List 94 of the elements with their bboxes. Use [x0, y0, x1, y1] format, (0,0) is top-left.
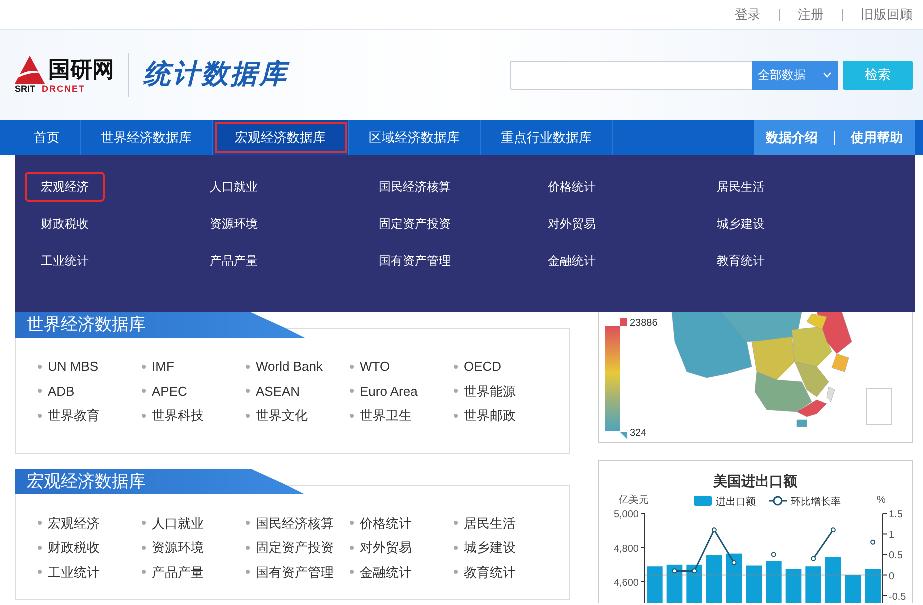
menu-item[interactable]: 价格统计: [534, 174, 610, 200]
menu-item[interactable]: 居民生活: [703, 174, 779, 200]
data-point: [732, 560, 737, 566]
database-link[interactable]: 教育统计: [454, 562, 516, 582]
database-link[interactable]: 金融统计: [350, 562, 412, 582]
menu-item[interactable]: 城乡建设: [703, 211, 779, 237]
bar: [647, 566, 663, 603]
database-link[interactable]: 价格统计: [350, 514, 412, 533]
logo-text: DRCNET: [42, 84, 86, 94]
tick-label: 4,800: [614, 544, 639, 555]
top-link[interactable]: 旧版回顾: [861, 4, 913, 24]
section-header: 世界经济数据库: [15, 312, 305, 338]
legend-label: 进出口额: [716, 497, 756, 508]
section-header: 宏观经济数据库: [15, 468, 305, 494]
menu-item[interactable]: 金融统计: [534, 248, 610, 274]
database-link[interactable]: IMF: [142, 357, 174, 376]
menu-item[interactable]: 资源环境: [196, 211, 272, 237]
data-point: [771, 552, 776, 558]
tick-label: 0.5: [889, 550, 903, 562]
menu-item[interactable]: 人口就业: [196, 174, 272, 200]
database-link[interactable]: World Bank: [246, 357, 323, 376]
data-point: [712, 528, 717, 533]
search-field[interactable]: [510, 60, 752, 90]
database-link[interactable]: 世界卫生: [350, 406, 412, 426]
tick-label: -0.5: [889, 592, 906, 603]
database-link[interactable]: 世界教育: [38, 406, 100, 426]
bar: [726, 554, 742, 603]
data-point: [811, 556, 816, 562]
menu-item[interactable]: 宏观经济: [27, 174, 103, 200]
bar: [786, 569, 802, 603]
bar: [746, 566, 762, 603]
tick-label: 5,000: [614, 510, 639, 521]
database-link[interactable]: UN MBS: [38, 357, 99, 376]
database-link[interactable]: 世界能源: [454, 382, 516, 401]
bar: [826, 557, 842, 603]
bar: [666, 564, 683, 603]
tick-label: 4,600: [614, 578, 639, 589]
top-link[interactable]: 登录: [735, 4, 761, 24]
tick-label: 1.5: [889, 510, 903, 521]
menu-item[interactable]: 国有资产管理: [365, 248, 465, 274]
legend-label: 环比增长率: [791, 497, 841, 508]
legend-bar-icon: [694, 496, 712, 506]
database-link[interactable]: ASEAN: [246, 382, 300, 401]
menu-item[interactable]: 国民经济核算: [365, 174, 465, 200]
database-link[interactable]: 人口就业: [142, 514, 204, 533]
menu-item[interactable]: 产品产量: [196, 248, 272, 274]
bar: [686, 564, 702, 603]
bar: [706, 556, 722, 603]
database-link[interactable]: 固定资产投资: [246, 538, 334, 558]
database-link[interactable]: WTO: [350, 357, 390, 376]
logo-icon: [15, 56, 45, 84]
axis-title: %: [877, 495, 886, 506]
site-title: 统计数据库: [143, 58, 288, 92]
database-link[interactable]: 对外贸易: [350, 538, 412, 558]
menu-item[interactable]: 教育统计: [703, 248, 779, 274]
bar: [845, 575, 862, 603]
legend-line-icon: [769, 496, 787, 506]
database-link[interactable]: 工业统计: [38, 562, 100, 582]
bar: [766, 562, 782, 603]
database-link[interactable]: 居民生活: [454, 514, 516, 533]
database-link[interactable]: 国有资产管理: [246, 562, 334, 582]
axis-title: 亿美元: [619, 495, 649, 506]
menu-item[interactable]: 固定资产投资: [365, 211, 465, 237]
database-link[interactable]: 资源环境: [142, 538, 204, 558]
caret-icon: [823, 72, 832, 78]
data-point: [672, 568, 678, 574]
top-link[interactable]: 注册: [798, 4, 824, 24]
tick-label: 1: [889, 530, 895, 542]
database-link[interactable]: OECD: [454, 357, 502, 376]
nav-tab[interactable]: 宏观经济数据库: [213, 120, 349, 155]
database-link[interactable]: 世界科技: [142, 406, 204, 426]
menu-item[interactable]: 工业统计: [27, 248, 103, 274]
database-link[interactable]: 财政税收: [38, 538, 100, 558]
data-point: [692, 568, 698, 574]
database-link[interactable]: APEC: [142, 382, 188, 401]
database-link[interactable]: 世界文化: [246, 406, 308, 426]
tick-label: 0: [889, 571, 895, 582]
database-link[interactable]: 城乡建设: [454, 538, 516, 558]
data-point: [870, 540, 876, 545]
database-link[interactable]: 产品产量: [142, 562, 204, 582]
menu-item[interactable]: 对外贸易: [534, 211, 610, 237]
database-link[interactable]: 世界邮政: [454, 406, 516, 426]
bar: [865, 569, 881, 603]
chart-title: 美国进出口额: [714, 473, 798, 489]
database-link[interactable]: ADB: [38, 382, 75, 401]
logo-brand: 国研网: [48, 58, 114, 82]
scale-min-label: 324: [630, 427, 647, 441]
database-link[interactable]: 宏观经济: [38, 514, 100, 533]
database-link[interactable]: 国民经济核算: [246, 514, 334, 533]
data-point: [830, 528, 836, 533]
bar: [806, 566, 822, 603]
logo-text: SRIT: [15, 84, 36, 94]
menu-item[interactable]: 财政税收: [27, 211, 103, 237]
database-link[interactable]: Euro Area: [350, 382, 418, 401]
